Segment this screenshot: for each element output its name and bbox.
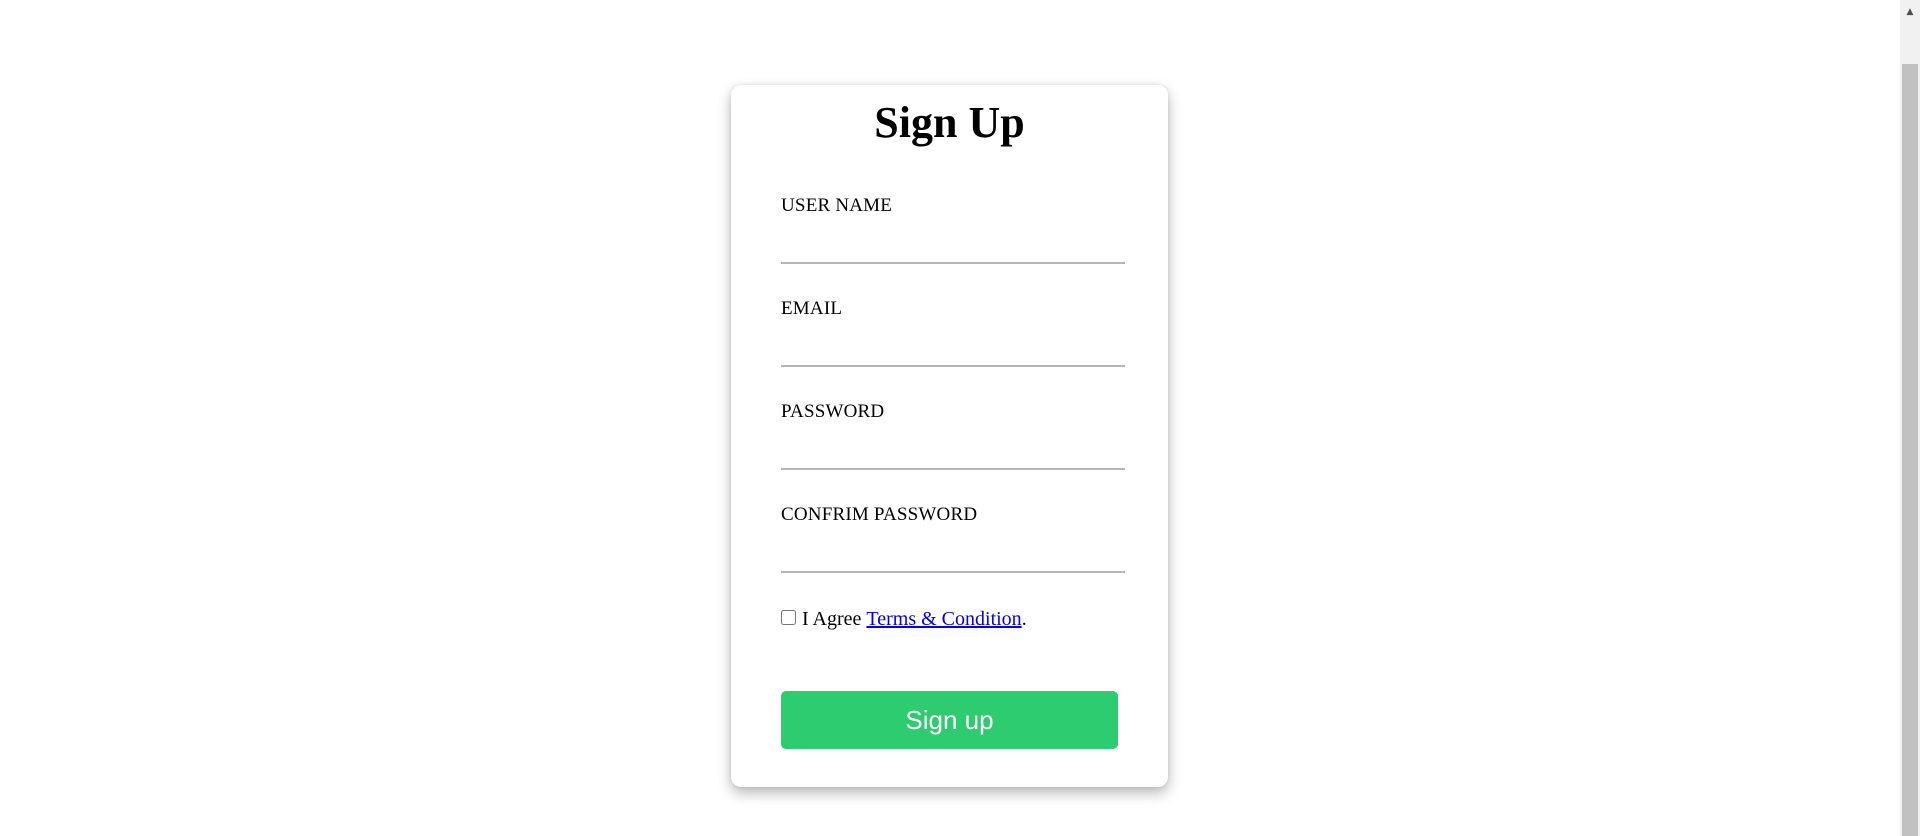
- confirm-password-input[interactable]: [781, 543, 1125, 573]
- username-input[interactable]: [781, 234, 1125, 264]
- email-group: EMAIL: [781, 298, 1125, 367]
- terms-row: I Agree Terms & Condition .: [781, 607, 1027, 631]
- password-group: PASSWORD: [781, 401, 1125, 470]
- agree-text: I Agree: [802, 608, 862, 630]
- terms-checkbox[interactable]: [781, 609, 796, 625]
- confirm-password-label: CONFRIM PASSWORD: [781, 504, 978, 525]
- page-title: Sign Up: [874, 98, 1025, 147]
- up-arrow-icon[interactable]: ▲: [1900, 0, 1920, 24]
- agree-suffix: .: [1021, 608, 1027, 630]
- signup-button[interactable]: Sign up: [781, 691, 1118, 749]
- confirm-password-group: CONFRIM PASSWORD: [781, 504, 1125, 573]
- username-group: USER NAME: [781, 195, 1125, 264]
- email-input[interactable]: [781, 337, 1125, 367]
- email-label: EMAIL: [781, 298, 843, 319]
- password-input[interactable]: [781, 440, 1125, 470]
- username-label: USER NAME: [781, 195, 893, 216]
- terms-link[interactable]: Terms & Condition: [866, 607, 1021, 631]
- scrollbar-thumb[interactable]: [1902, 64, 1918, 836]
- password-label: PASSWORD: [781, 401, 885, 422]
- signup-card: Sign Up USER NAME EMAIL PASSWORD CONFRIM…: [731, 85, 1168, 787]
- vertical-scrollbar[interactable]: ▲: [1900, 0, 1920, 836]
